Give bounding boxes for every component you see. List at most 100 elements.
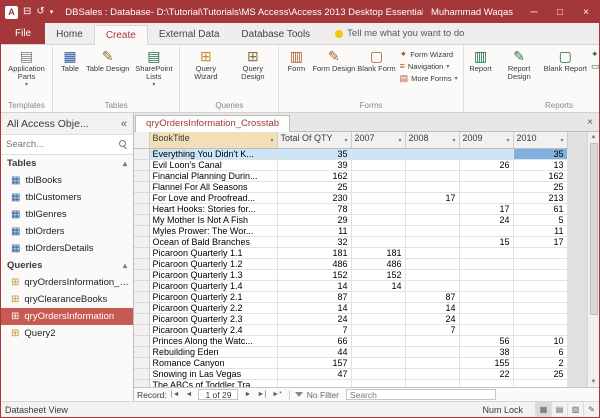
cell[interactable]: 155 — [459, 358, 513, 369]
cell[interactable]: 87 — [277, 292, 351, 303]
cell[interactable] — [351, 226, 405, 237]
pivot-view-button[interactable]: ▤ — [551, 402, 567, 417]
new-record-button[interactable]: ►* — [270, 391, 284, 398]
query-design-button[interactable]: ⊞Query Design — [229, 46, 276, 100]
cell[interactable]: 38 — [459, 347, 513, 358]
undo-icon[interactable]: ↺ — [36, 7, 44, 17]
row-selector[interactable] — [134, 160, 149, 171]
cell[interactable]: 7 — [277, 325, 351, 336]
cell[interactable] — [513, 270, 567, 281]
minimize-button[interactable]: ─ — [521, 1, 547, 23]
cell[interactable]: 14 — [351, 281, 405, 292]
nav-group-queries[interactable]: Queries▴ — [1, 257, 133, 274]
cell[interactable] — [351, 149, 405, 160]
cell[interactable]: 13 — [513, 160, 567, 171]
cell[interactable]: Financial Planning Durin... — [149, 171, 277, 182]
nav-item-tblorders[interactable]: ▦tblOrders — [1, 223, 133, 240]
column-dropdown-icon[interactable]: ▾ — [398, 135, 401, 148]
cell[interactable]: 11 — [513, 226, 567, 237]
cell[interactable]: My Mother Is Not A Fish — [149, 215, 277, 226]
cell[interactable]: 17 — [405, 193, 459, 204]
cell[interactable]: Rebuilding Eden — [149, 347, 277, 358]
cell[interactable]: 44 — [277, 347, 351, 358]
cell[interactable]: Princes Along the Watc... — [149, 336, 277, 347]
cell[interactable]: 66 — [277, 336, 351, 347]
cell[interactable]: 24 — [405, 314, 459, 325]
nav-item-qryclearancebooks[interactable]: ⊞qryClearanceBooks — [1, 291, 133, 308]
cell[interactable] — [351, 160, 405, 171]
form-button[interactable]: ▥Form — [281, 46, 311, 100]
cell[interactable]: 14 — [405, 303, 459, 314]
scroll-up-icon[interactable]: ▲ — [591, 132, 597, 142]
cell[interactable]: Picaroon Quarterly 1.2 — [149, 259, 277, 270]
nav-search-input[interactable] — [6, 139, 115, 150]
cell[interactable]: Heart Hooks: Stories for... — [149, 204, 277, 215]
cell[interactable]: The ABCs of Toddler Tra... — [149, 380, 277, 388]
cell[interactable]: 25 — [513, 182, 567, 193]
cell[interactable] — [405, 215, 459, 226]
cell[interactable] — [459, 303, 513, 314]
navigation-button[interactable]: ≡Navigation▾ — [398, 60, 460, 72]
maximize-button[interactable]: □ — [547, 1, 573, 23]
cell[interactable] — [405, 204, 459, 215]
cell[interactable]: 32 — [277, 237, 351, 248]
cell[interactable] — [459, 149, 513, 160]
cell[interactable]: Picaroon Quarterly 2.2 — [149, 303, 277, 314]
column-dropdown-icon[interactable]: ▾ — [452, 135, 455, 148]
blank-report-button[interactable]: ▢Blank Report — [543, 46, 588, 100]
table-button[interactable]: ▦Table — [55, 46, 85, 100]
cell[interactable]: Everything You Didn't K... — [149, 149, 277, 160]
column-dropdown-icon[interactable]: ▾ — [560, 135, 563, 148]
cell[interactable]: 25 — [277, 182, 351, 193]
more-forms-button[interactable]: ▤More Forms▾ — [398, 72, 460, 84]
cell[interactable]: 22 — [459, 369, 513, 380]
last-record-button[interactable]: ►| — [255, 391, 268, 398]
row-selector[interactable] — [134, 248, 149, 259]
cell[interactable] — [351, 193, 405, 204]
row-selector[interactable] — [134, 358, 149, 369]
cell[interactable]: 15 — [459, 237, 513, 248]
cell[interactable]: 11 — [277, 226, 351, 237]
tell-me-box[interactable]: Tell me what you want to do — [335, 28, 464, 44]
cell[interactable] — [351, 358, 405, 369]
column-header-2010[interactable]: ▾2010 — [513, 132, 567, 149]
cell[interactable] — [405, 281, 459, 292]
report-wizard-button[interactable]: ✦Report Wizard — [589, 48, 599, 60]
cell[interactable]: 152 — [277, 270, 351, 281]
cell[interactable]: Picaroon Quarterly 2.4 — [149, 325, 277, 336]
cell[interactable]: 25 — [513, 369, 567, 380]
close-button[interactable]: × — [573, 1, 599, 23]
application-parts-button[interactable]: ▤Application Parts▾ — [3, 46, 50, 100]
row-selector[interactable] — [134, 259, 149, 270]
cell[interactable]: 29 — [277, 215, 351, 226]
cell[interactable] — [351, 292, 405, 303]
design-view-button[interactable]: ✎ — [583, 402, 599, 417]
cell[interactable]: 14 — [277, 303, 351, 314]
cell[interactable] — [405, 182, 459, 193]
cell[interactable] — [351, 369, 405, 380]
nav-group-tables[interactable]: Tables▴ — [1, 155, 133, 172]
ribbon-tab-file[interactable]: File — [1, 23, 45, 44]
cell[interactable]: 39 — [277, 160, 351, 171]
column-dropdown-icon[interactable]: ▾ — [506, 135, 509, 148]
cell[interactable] — [405, 336, 459, 347]
cell[interactable] — [277, 380, 351, 388]
row-selector[interactable] — [134, 171, 149, 182]
cell[interactable] — [351, 303, 405, 314]
cell[interactable]: 486 — [351, 259, 405, 270]
query-wizard-button[interactable]: ⊞Query Wizard — [182, 46, 229, 100]
cell[interactable]: 17 — [459, 204, 513, 215]
cell[interactable]: 61 — [513, 204, 567, 215]
row-selector[interactable] — [134, 347, 149, 358]
cell[interactable] — [351, 336, 405, 347]
cell[interactable]: 162 — [277, 171, 351, 182]
filter-status[interactable]: No Filter — [307, 390, 339, 400]
form-wizard-button[interactable]: ✦Form Wizard — [398, 48, 460, 60]
cell[interactable] — [405, 259, 459, 270]
cell[interactable] — [513, 325, 567, 336]
row-selector[interactable] — [134, 281, 149, 292]
cell[interactable]: Picaroon Quarterly 1.1 — [149, 248, 277, 259]
row-selector[interactable] — [134, 237, 149, 248]
qat-customize-dropdown-icon[interactable]: ▾ — [50, 9, 54, 16]
cell[interactable] — [351, 204, 405, 215]
